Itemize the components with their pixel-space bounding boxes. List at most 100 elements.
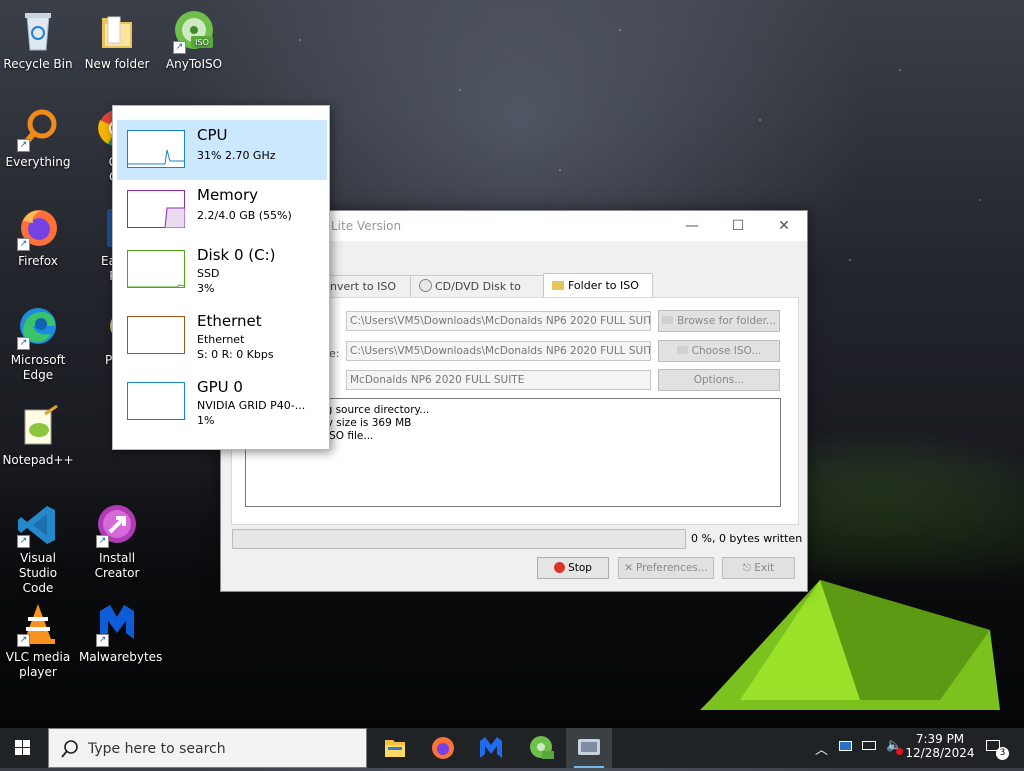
desktop-icon-anytoiso[interactable]: ISO ↗ AnyToISO xyxy=(156,8,232,72)
notification-count-badge: 3 xyxy=(996,747,1009,760)
malwarebytes-icon xyxy=(480,737,502,758)
desktop-icon-label: player xyxy=(19,665,57,679)
progress-bar xyxy=(232,529,686,549)
folder-icon xyxy=(552,281,564,290)
clock-time: 7:39 PM xyxy=(915,732,965,746)
firefox-icon: ↗ xyxy=(15,205,61,251)
show-hidden-icons-button[interactable]: ︿ xyxy=(812,728,830,768)
taskbar-file-explorer[interactable] xyxy=(372,728,418,768)
desktop-icon-label: New folder xyxy=(84,57,150,71)
minimize-button[interactable]: — xyxy=(669,211,715,241)
desktop-icon-everything[interactable]: ↗ Everything xyxy=(0,106,76,170)
gpu-graph xyxy=(127,382,185,420)
desktop-icon-firefox[interactable]: ↗ Firefox xyxy=(0,205,76,269)
desktop-icon-edge[interactable]: ↗ Microsoft Edge xyxy=(0,304,76,383)
desktop-icon-label: Edge xyxy=(22,368,54,382)
desktop-icon-label: Visual Studio xyxy=(18,551,58,580)
perf-item-disk[interactable]: Disk 0 (C:) SSD 3% xyxy=(117,240,327,300)
tab-convert-to-iso[interactable]: nvert to ISO xyxy=(321,275,424,298)
network-status[interactable] xyxy=(860,728,880,768)
shortcut-arrow-icon: ↗ xyxy=(17,238,30,251)
desktop-icon-label: VLC media xyxy=(5,650,71,664)
perf-item-ethernet[interactable]: Ethernet Ethernet S: 0 R: 0 Kbps xyxy=(117,306,327,366)
perf-item-title: GPU 0 xyxy=(197,378,243,396)
perf-item-title: Disk 0 (C:) xyxy=(197,246,276,264)
desktop-icon-malwarebytes[interactable]: ↗ Malwarebytes xyxy=(79,601,162,665)
taskbar-anytoiso[interactable] xyxy=(518,728,564,768)
desktop-icon-label: Recycle Bin xyxy=(3,57,73,71)
perf-item-detail: 31% 2.70 GHz xyxy=(197,149,276,162)
desktop-icon-label: Microsoft xyxy=(10,353,66,367)
shortcut-arrow-icon: ↗ xyxy=(173,41,186,54)
svg-text:ISO: ISO xyxy=(195,38,209,47)
stop-button[interactable]: Stop xyxy=(537,557,609,579)
button-label: Preferences... xyxy=(636,562,708,574)
perf-item-memory[interactable]: Memory 2.2/4.0 GB (55%) xyxy=(117,180,327,240)
network-icon xyxy=(862,741,876,750)
perf-item-title: CPU xyxy=(197,126,228,144)
shortcut-arrow-icon: ↗ xyxy=(17,634,30,647)
shortcut-arrow-icon: ↗ xyxy=(96,634,109,647)
action-center-button[interactable]: 3 xyxy=(980,728,1020,768)
taskbar-malwarebytes[interactable] xyxy=(468,728,514,768)
taskbar: Type here to search ︿ 🔈 7:39 PM 12/28/20… xyxy=(0,728,1024,768)
options-button[interactable]: Options... xyxy=(658,369,780,391)
button-label: Exit xyxy=(754,562,775,574)
exit-button[interactable]: ⎋ Exit xyxy=(722,557,795,579)
folder-icon xyxy=(94,8,140,54)
monitor-icon xyxy=(839,741,852,751)
perf-item-gpu[interactable]: GPU 0 NVIDIA GRID P40-... 1% xyxy=(117,372,327,432)
maximize-button[interactable]: ☐ xyxy=(715,211,761,241)
disc-icon xyxy=(419,279,432,292)
volume-label-field[interactable]: McDonalds NP6 2020 FULL SUITE xyxy=(346,370,651,390)
taskbar-search-box[interactable]: Type here to search xyxy=(48,728,367,768)
perf-item-detail: 1% xyxy=(197,414,215,427)
iso-file-field[interactable]: C:\Users\VM5\Downloads\McDonalds NP6 202… xyxy=(346,341,651,361)
desktop-icon-label: Firefox xyxy=(18,254,58,268)
search-placeholder: Type here to search xyxy=(88,741,226,757)
desktop-icon-vlc[interactable]: ↗ VLC media player xyxy=(0,601,76,680)
clock-date: 12/28/2024 xyxy=(905,746,975,760)
anytoiso-icon xyxy=(530,736,554,759)
desktop-icon-label: Install Creator xyxy=(94,551,140,580)
perf-item-cpu[interactable]: CPU 31% 2.70 GHz xyxy=(117,120,327,180)
desktop-icon-new-folder[interactable]: New folder xyxy=(79,8,155,72)
malwarebytes-icon: ↗ xyxy=(94,601,140,647)
desktop-icon-notepadpp[interactable]: Notepad++ xyxy=(0,404,76,468)
close-button[interactable]: ✕ xyxy=(761,211,807,241)
tab-cd-dvd-to-iso[interactable]: CD/DVD Disk to ISO xyxy=(410,275,544,315)
preferences-button[interactable]: ✕ Preferences... xyxy=(618,557,714,579)
desktop-icon-install-creator[interactable]: ↗ Install Creator xyxy=(79,502,155,581)
log-line: ing source directory... xyxy=(316,404,430,416)
source-folder-field[interactable]: C:\Users\VM5\Downloads\McDonalds NP6 202… xyxy=(346,311,651,331)
taskbar-install-creator[interactable] xyxy=(566,728,612,768)
ethernet-graph xyxy=(127,316,185,354)
shortcut-arrow-icon: ↗ xyxy=(96,535,109,548)
notepadpp-icon xyxy=(15,404,61,450)
volume-control[interactable]: 🔈 xyxy=(884,728,904,768)
desktop-icon-label: Everything xyxy=(5,155,71,169)
tab-label: Folder to ISO xyxy=(568,279,639,292)
perf-item-detail: 3% xyxy=(197,282,215,295)
taskbar-firefox[interactable] xyxy=(420,728,466,768)
log-line: ory size is 369 MB xyxy=(316,417,412,429)
folder-icon xyxy=(676,346,688,354)
tab-folder-to-iso[interactable]: Folder to ISO xyxy=(543,273,653,298)
button-label: Browse for folder... xyxy=(677,315,776,327)
desktop-icon-label: Code xyxy=(22,581,54,595)
chevron-up-icon: ︿ xyxy=(815,743,829,758)
vscode-icon: ↗ xyxy=(15,502,61,548)
perf-item-title: Memory xyxy=(197,186,259,204)
choose-iso-button[interactable]: Choose ISO... xyxy=(658,340,780,362)
window-title: Lite Version xyxy=(331,219,402,233)
anytoiso-icon: ISO ↗ xyxy=(171,8,217,54)
install-creator-icon xyxy=(578,739,600,755)
browse-folder-button[interactable]: Browse for folder... xyxy=(658,310,780,332)
clock[interactable]: 7:39 PM 12/28/2024 xyxy=(905,728,975,768)
vlc-icon: ↗ xyxy=(15,601,61,647)
start-button[interactable] xyxy=(0,728,46,768)
desktop-icon-vscode[interactable]: ↗ Visual Studio Code xyxy=(0,502,76,596)
mute-badge-icon xyxy=(896,748,903,755)
tray-app-icon[interactable] xyxy=(836,728,856,768)
desktop-icon-recycle-bin[interactable]: Recycle Bin xyxy=(0,8,76,72)
